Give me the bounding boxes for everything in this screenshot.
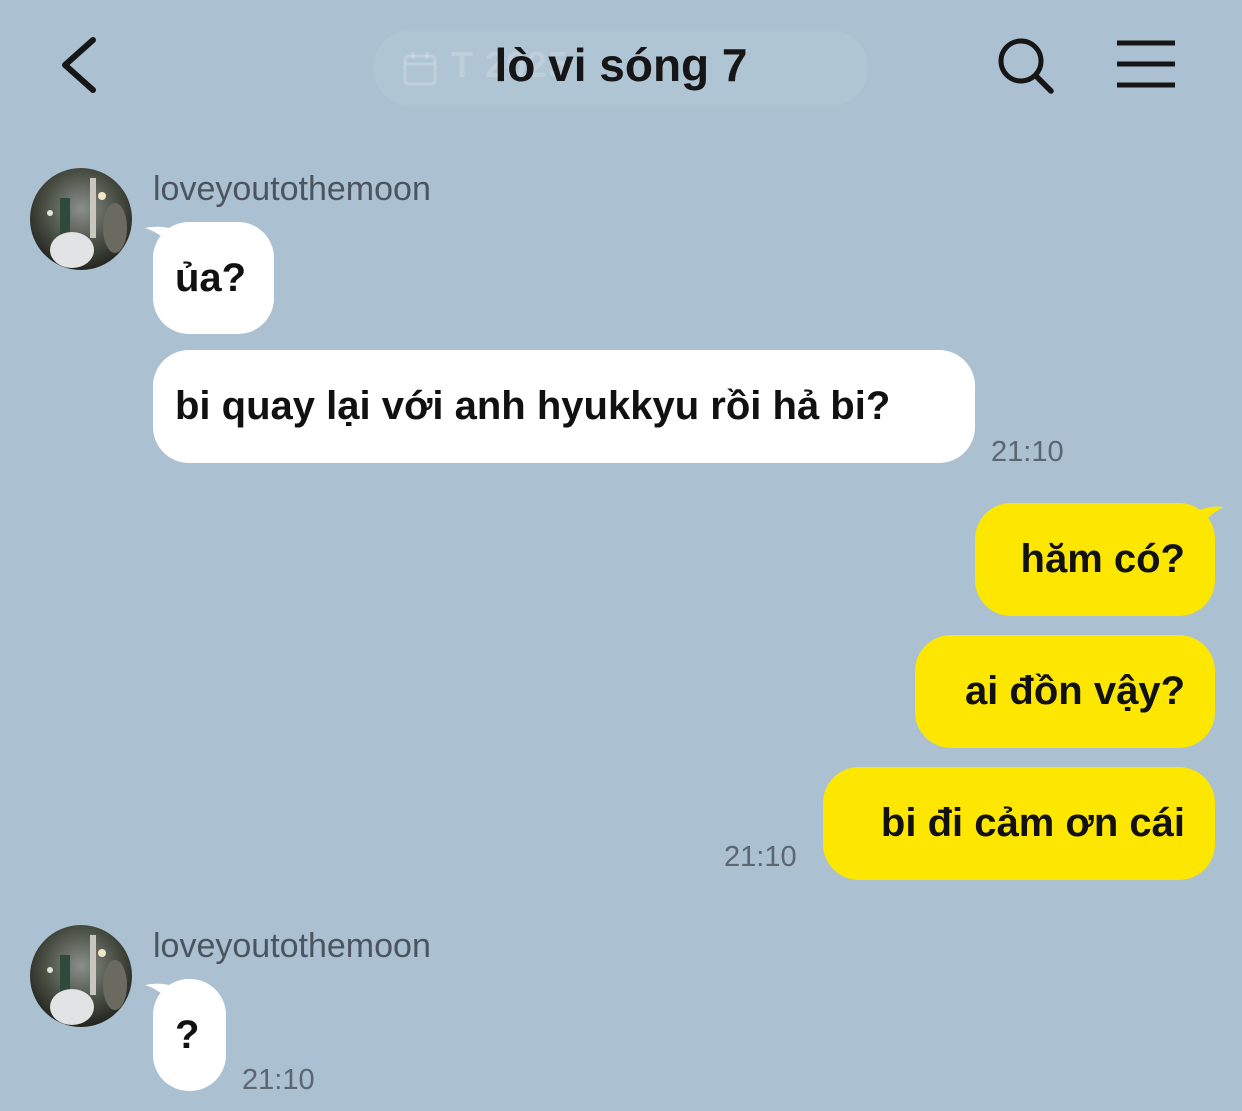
avatar[interactable] xyxy=(30,168,132,270)
message-time: 21:10 xyxy=(991,436,1064,468)
avatar[interactable] xyxy=(30,925,132,1027)
sender-name: loveyoutothemoon xyxy=(153,927,431,965)
message-bubble-incoming[interactable]: ? xyxy=(153,979,226,1091)
message-bubble-outgoing[interactable]: hăm có? xyxy=(975,503,1215,616)
menu-icon[interactable] xyxy=(1115,38,1177,90)
chat-title: lò vi sóng 7 xyxy=(494,39,748,91)
search-icon[interactable] xyxy=(995,35,1055,95)
avatar-photo-icon xyxy=(30,925,132,1027)
message-time: 21:10 xyxy=(242,1064,315,1096)
chat-header: T 2025 lò vi sóng 7 xyxy=(0,0,1242,135)
sender-name: loveyoutothemoon xyxy=(153,170,431,208)
avatar-photo-icon xyxy=(30,168,132,270)
message-bubble-incoming[interactable]: bi quay lại với anh hyukkyu rồi hả bi? xyxy=(153,350,975,463)
message-bubble-outgoing[interactable]: ai đồn vậy? xyxy=(915,635,1215,748)
message-bubble-incoming[interactable]: ủa? xyxy=(153,222,274,334)
message-bubble-outgoing[interactable]: bi đi cảm ơn cái xyxy=(823,767,1215,880)
message-time: 21:10 xyxy=(724,841,797,873)
